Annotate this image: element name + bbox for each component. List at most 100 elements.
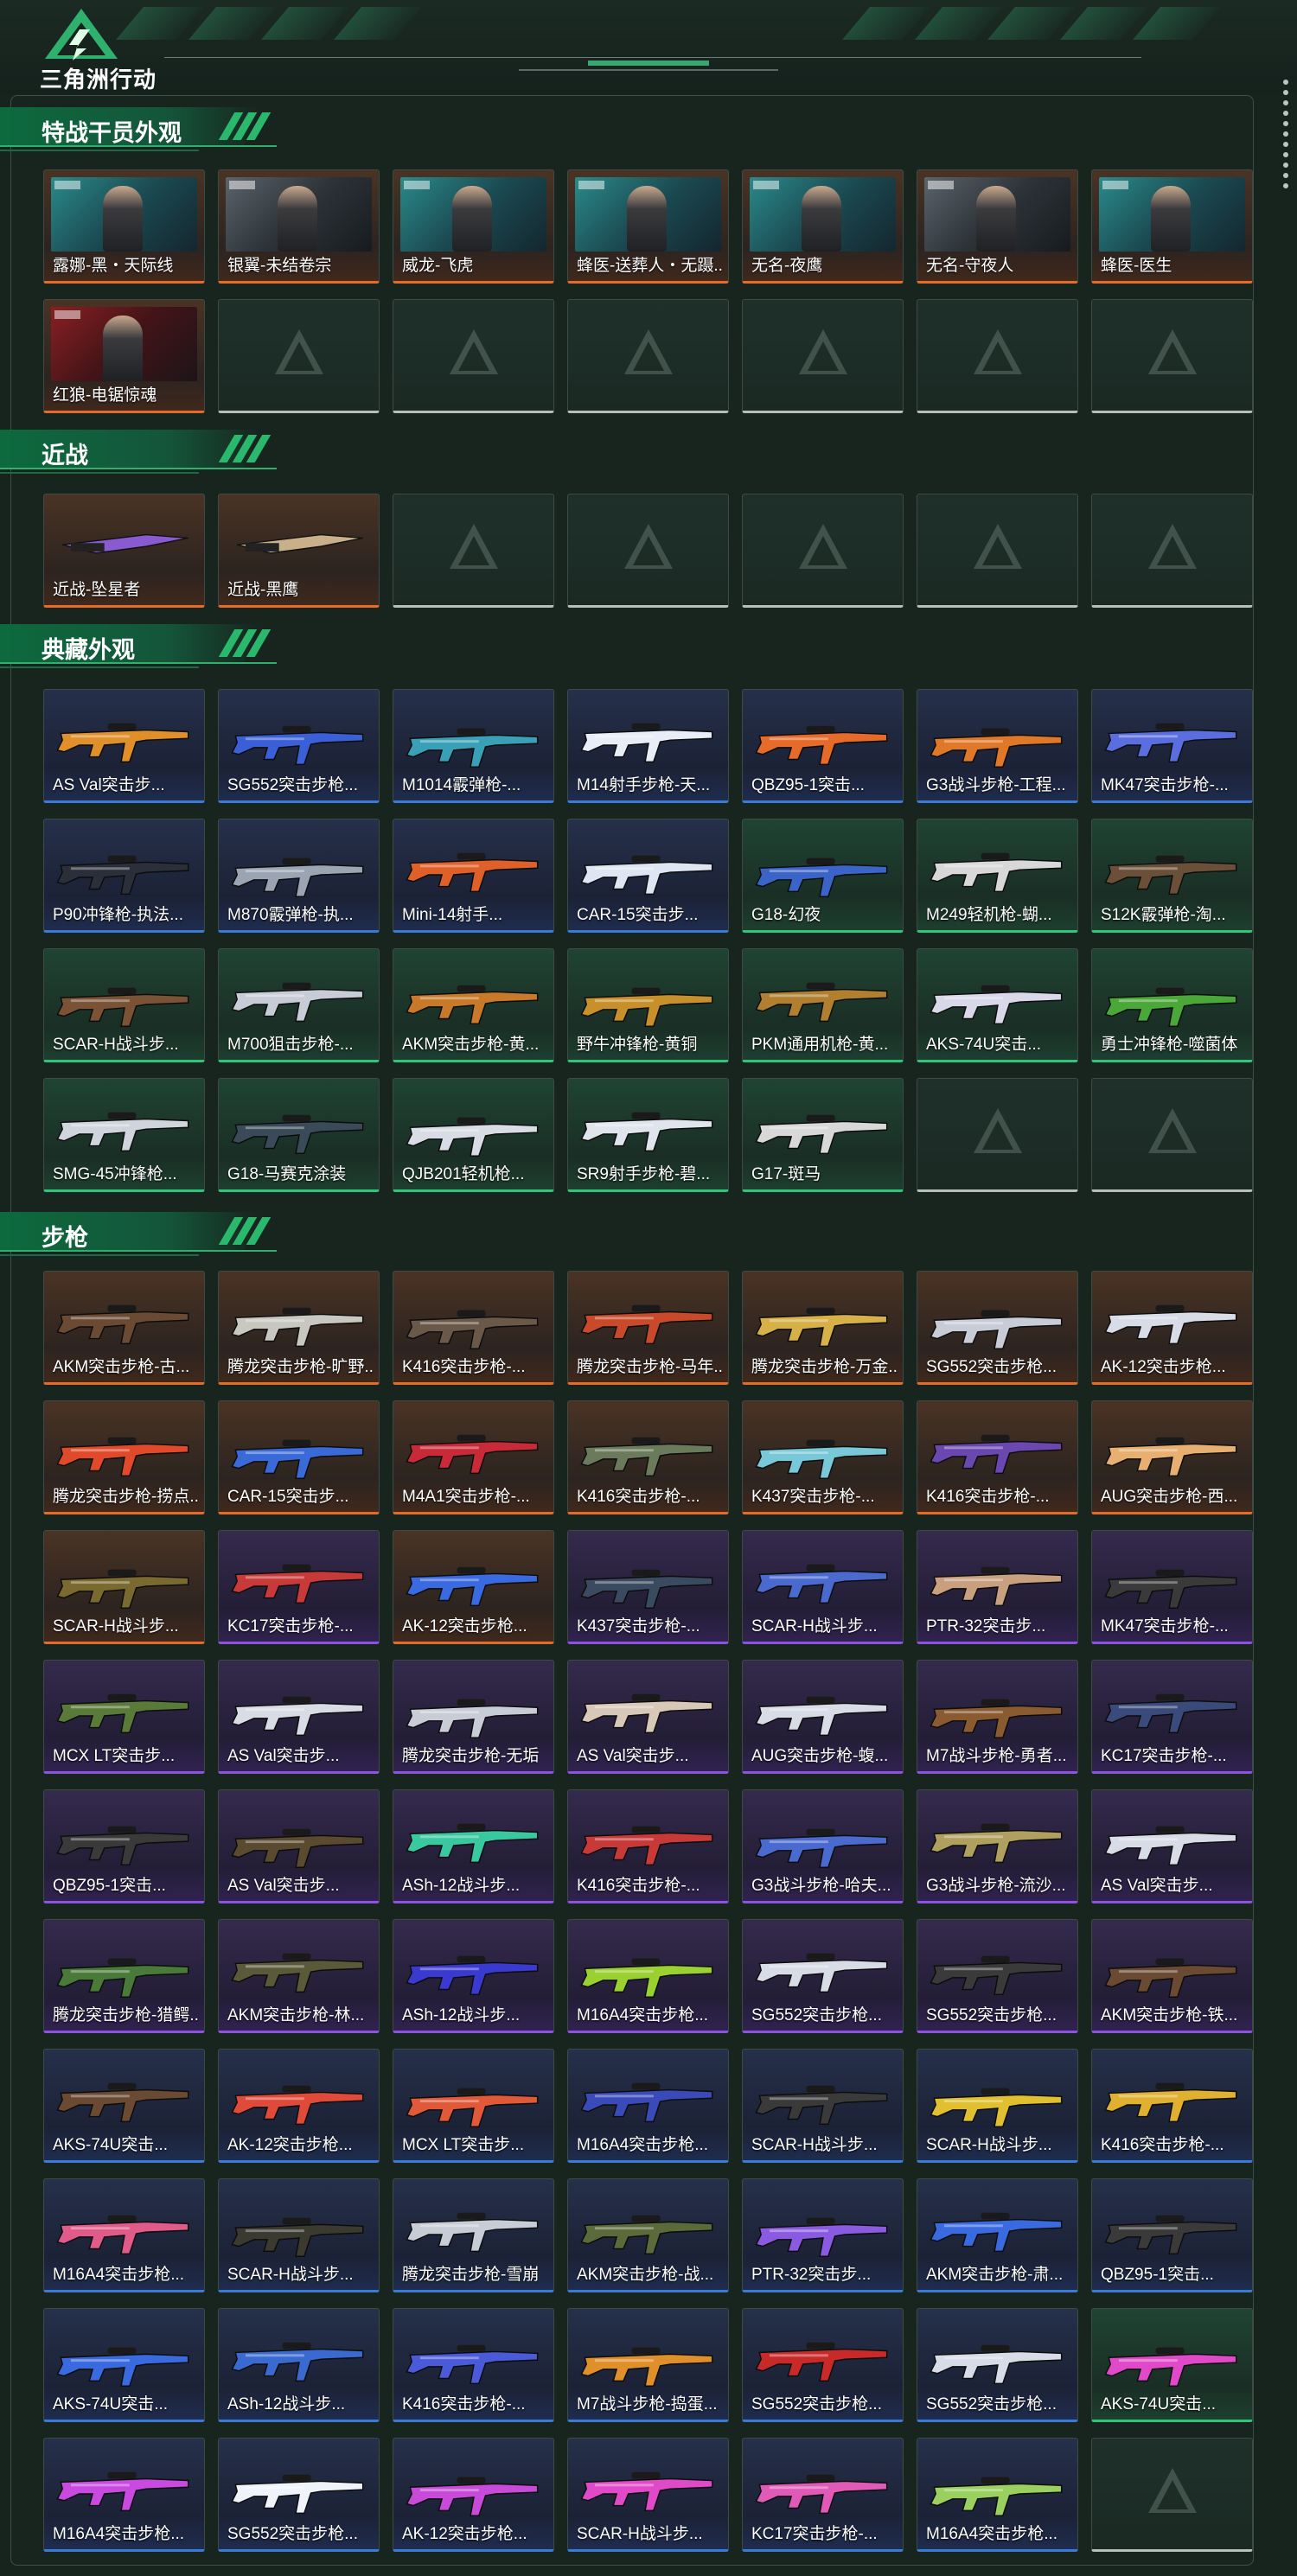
skin-card[interactable]: AS Val突击步... (1091, 1789, 1253, 1903)
skin-card[interactable]: SR9射手步枪-碧... (567, 1078, 729, 1192)
skin-card[interactable]: SG552突击步枪... (218, 689, 380, 803)
skin-card[interactable]: MCX LT突击步... (43, 1660, 205, 1774)
skin-card[interactable]: AS Val突击步... (218, 1660, 380, 1774)
skin-card[interactable]: M16A4突击步枪... (43, 2178, 205, 2292)
skin-card[interactable]: AS Val突击步... (567, 1660, 729, 1774)
skin-card[interactable]: 近战-坠星者 (43, 494, 205, 608)
skin-card[interactable]: AKS-74U突击... (1091, 2308, 1253, 2422)
skin-card[interactable]: G18-马赛克涂装 (218, 1078, 380, 1192)
skin-card[interactable]: 腾龙突击步枪-万金... (742, 1271, 904, 1385)
skin-card[interactable]: K437突击步枪-... (742, 1400, 904, 1514)
skin-card[interactable]: KC17突击步枪-... (1091, 1660, 1253, 1774)
skin-card[interactable]: QBZ95-1突击... (1091, 2178, 1253, 2292)
skin-card[interactable]: AK-12突击步枪... (393, 2438, 554, 2552)
skin-card[interactable]: MK47突击步枪-... (1091, 689, 1253, 803)
skin-card[interactable]: AK-12突击步枪... (393, 1530, 554, 1644)
skin-card[interactable]: 腾龙突击步枪-雪崩 (393, 2178, 554, 2292)
skin-card[interactable]: 腾龙突击步枪-捞点... (43, 1400, 205, 1514)
skin-card[interactable]: ASh-12战斗步... (218, 2308, 380, 2422)
skin-card[interactable]: SG552突击步枪... (917, 1271, 1078, 1385)
skin-card[interactable]: 野牛冲锋枪-黄铜 (567, 948, 729, 1062)
skin-card[interactable]: MCX LT突击步... (393, 2049, 554, 2163)
skin-card[interactable]: 威龙-飞虎 (393, 169, 554, 284)
skin-card[interactable]: K437突击步枪-... (567, 1530, 729, 1644)
skin-card[interactable]: QBZ95-1突击... (742, 689, 904, 803)
skin-card[interactable]: CAR-15突击步... (567, 819, 729, 933)
skin-card[interactable]: 红狼-电锯惊魂 (43, 299, 205, 413)
skin-card[interactable]: SCAR-H战斗步... (742, 1530, 904, 1644)
skin-card[interactable]: SG552突击步枪... (917, 2308, 1078, 2422)
skin-card[interactable]: AUG突击步枪-蝮... (742, 1660, 904, 1774)
skin-card[interactable]: P90冲锋枪-执法... (43, 819, 205, 933)
skin-card[interactable]: AKM突击步枪-林... (218, 1919, 380, 2033)
skin-card[interactable]: G18-幻夜 (742, 819, 904, 933)
skin-card[interactable]: K416突击步枪-... (567, 1400, 729, 1514)
skin-card[interactable]: Mini-14射手... (393, 819, 554, 933)
skin-card[interactable]: K416突击步枪-... (917, 1400, 1078, 1514)
skin-card[interactable]: 无名-夜鹰 (742, 169, 904, 284)
skin-card[interactable]: K416突击步枪-... (567, 1789, 729, 1903)
skin-card[interactable]: G3战斗步枪-哈夫... (742, 1789, 904, 1903)
skin-card[interactable]: M16A4突击步枪... (917, 2438, 1078, 2552)
skin-card[interactable]: 蜂医-医生 (1091, 169, 1253, 284)
skin-card[interactable]: K416突击步枪-... (1091, 2049, 1253, 2163)
skin-card[interactable]: 勇士冲锋枪-噬菌体 (1091, 948, 1253, 1062)
skin-card[interactable]: M7战斗步枪-捣蛋... (567, 2308, 729, 2422)
skin-card[interactable]: G3战斗步枪-工程... (917, 689, 1078, 803)
skin-card[interactable]: AKS-74U突击... (43, 2308, 205, 2422)
skin-card[interactable]: AKM突击步枪-黄... (393, 948, 554, 1062)
skin-card[interactable]: 蜂医-送葬人・无蹑... (567, 169, 729, 284)
skin-card[interactable]: SCAR-H战斗步... (567, 2438, 729, 2552)
skin-card[interactable]: G17-斑马 (742, 1078, 904, 1192)
skin-card[interactable]: PTR-32突击步... (742, 2178, 904, 2292)
skin-card[interactable]: SCAR-H战斗步... (43, 1530, 205, 1644)
skin-card[interactable]: M14射手步枪-天... (567, 689, 729, 803)
skin-card[interactable]: 露娜-黑・天际线 (43, 169, 205, 284)
skin-card[interactable]: PKM通用机枪-黄... (742, 948, 904, 1062)
skin-card[interactable]: SCAR-H战斗步... (742, 2049, 904, 2163)
skin-card[interactable]: SG552突击步枪... (742, 1919, 904, 2033)
skin-card[interactable]: SCAR-H战斗步... (43, 948, 205, 1062)
skin-card[interactable]: K416突击步枪-... (393, 2308, 554, 2422)
skin-card[interactable]: KC17突击步枪-... (742, 2438, 904, 2552)
skin-card[interactable]: K416突击步枪-... (393, 1271, 554, 1385)
skin-card[interactable]: SG552突击步枪... (917, 1919, 1078, 2033)
skin-card[interactable]: 腾龙突击步枪-旷野... (218, 1271, 380, 1385)
skin-card[interactable]: 无名-守夜人 (917, 169, 1078, 284)
skin-card[interactable]: QJB201轻机枪... (393, 1078, 554, 1192)
skin-card[interactable]: CAR-15突击步... (218, 1400, 380, 1514)
skin-card[interactable]: AUG突击步枪-西... (1091, 1400, 1253, 1514)
skin-card[interactable]: AKM突击步枪-铁... (1091, 1919, 1253, 2033)
skin-card[interactable]: AK-12突击步枪... (1091, 1271, 1253, 1385)
skin-card[interactable]: AKS-74U突击... (43, 2049, 205, 2163)
skin-card[interactable]: QBZ95-1突击... (43, 1789, 205, 1903)
skin-card[interactable]: M7战斗步枪-勇者... (917, 1660, 1078, 1774)
skin-card[interactable]: 银翼-未结卷宗 (218, 169, 380, 284)
skin-card[interactable]: PTR-32突击步... (917, 1530, 1078, 1644)
skin-card[interactable]: G3战斗步枪-流沙... (917, 1789, 1078, 1903)
skin-card[interactable]: SG552突击步枪... (742, 2308, 904, 2422)
skin-card[interactable]: AKM突击步枪-古... (43, 1271, 205, 1385)
skin-card[interactable]: ASh-12战斗步... (393, 1919, 554, 2033)
skin-card[interactable]: M870霰弹枪-执... (218, 819, 380, 933)
skin-card[interactable]: M700狙击步枪-... (218, 948, 380, 1062)
skin-card[interactable]: MK47突击步枪-... (1091, 1530, 1253, 1644)
skin-card[interactable]: SCAR-H战斗步... (218, 2178, 380, 2292)
skin-card[interactable]: 腾龙突击步枪-猎鳄... (43, 1919, 205, 2033)
skin-card[interactable]: SMG-45冲锋枪... (43, 1078, 205, 1192)
skin-card[interactable]: ASh-12战斗步... (393, 1789, 554, 1903)
skin-card[interactable]: AKM突击步枪-肃... (917, 2178, 1078, 2292)
skin-card[interactable]: AK-12突击步枪... (218, 2049, 380, 2163)
skin-card[interactable]: M4A1突击步枪-... (393, 1400, 554, 1514)
skin-card[interactable]: AKM突击步枪-战... (567, 2178, 729, 2292)
skin-card[interactable]: M16A4突击步枪... (43, 2438, 205, 2552)
skin-card[interactable]: AKS-74U突击... (917, 948, 1078, 1062)
skin-card[interactable]: SCAR-H战斗步... (917, 2049, 1078, 2163)
skin-card[interactable]: M16A4突击步枪... (567, 1919, 729, 2033)
scrollbar[interactable] (1281, 74, 1290, 188)
skin-card[interactable]: M16A4突击步枪... (567, 2049, 729, 2163)
skin-card[interactable]: 腾龙突击步枪-马年... (567, 1271, 729, 1385)
skin-card[interactable]: M1014霰弹枪-... (393, 689, 554, 803)
skin-card[interactable]: AS Val突击步... (43, 689, 205, 803)
skin-card[interactable]: SG552突击步枪... (218, 2438, 380, 2552)
